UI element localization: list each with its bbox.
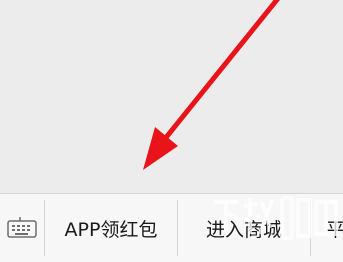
menu-item-partial[interactable]: 平 [326,194,343,262]
keyboard-toggle-button[interactable] [0,194,44,262]
chat-content-area [0,0,343,193]
menu-item-app-red-packet[interactable]: APP领红包 [45,194,177,262]
bottom-menu-bar: APP领红包 进入商城 平 [0,193,343,262]
menu-divider [310,200,311,256]
menu-item-enter-mall[interactable]: 进入商城 [178,194,310,262]
keyboard-icon [7,217,37,238]
